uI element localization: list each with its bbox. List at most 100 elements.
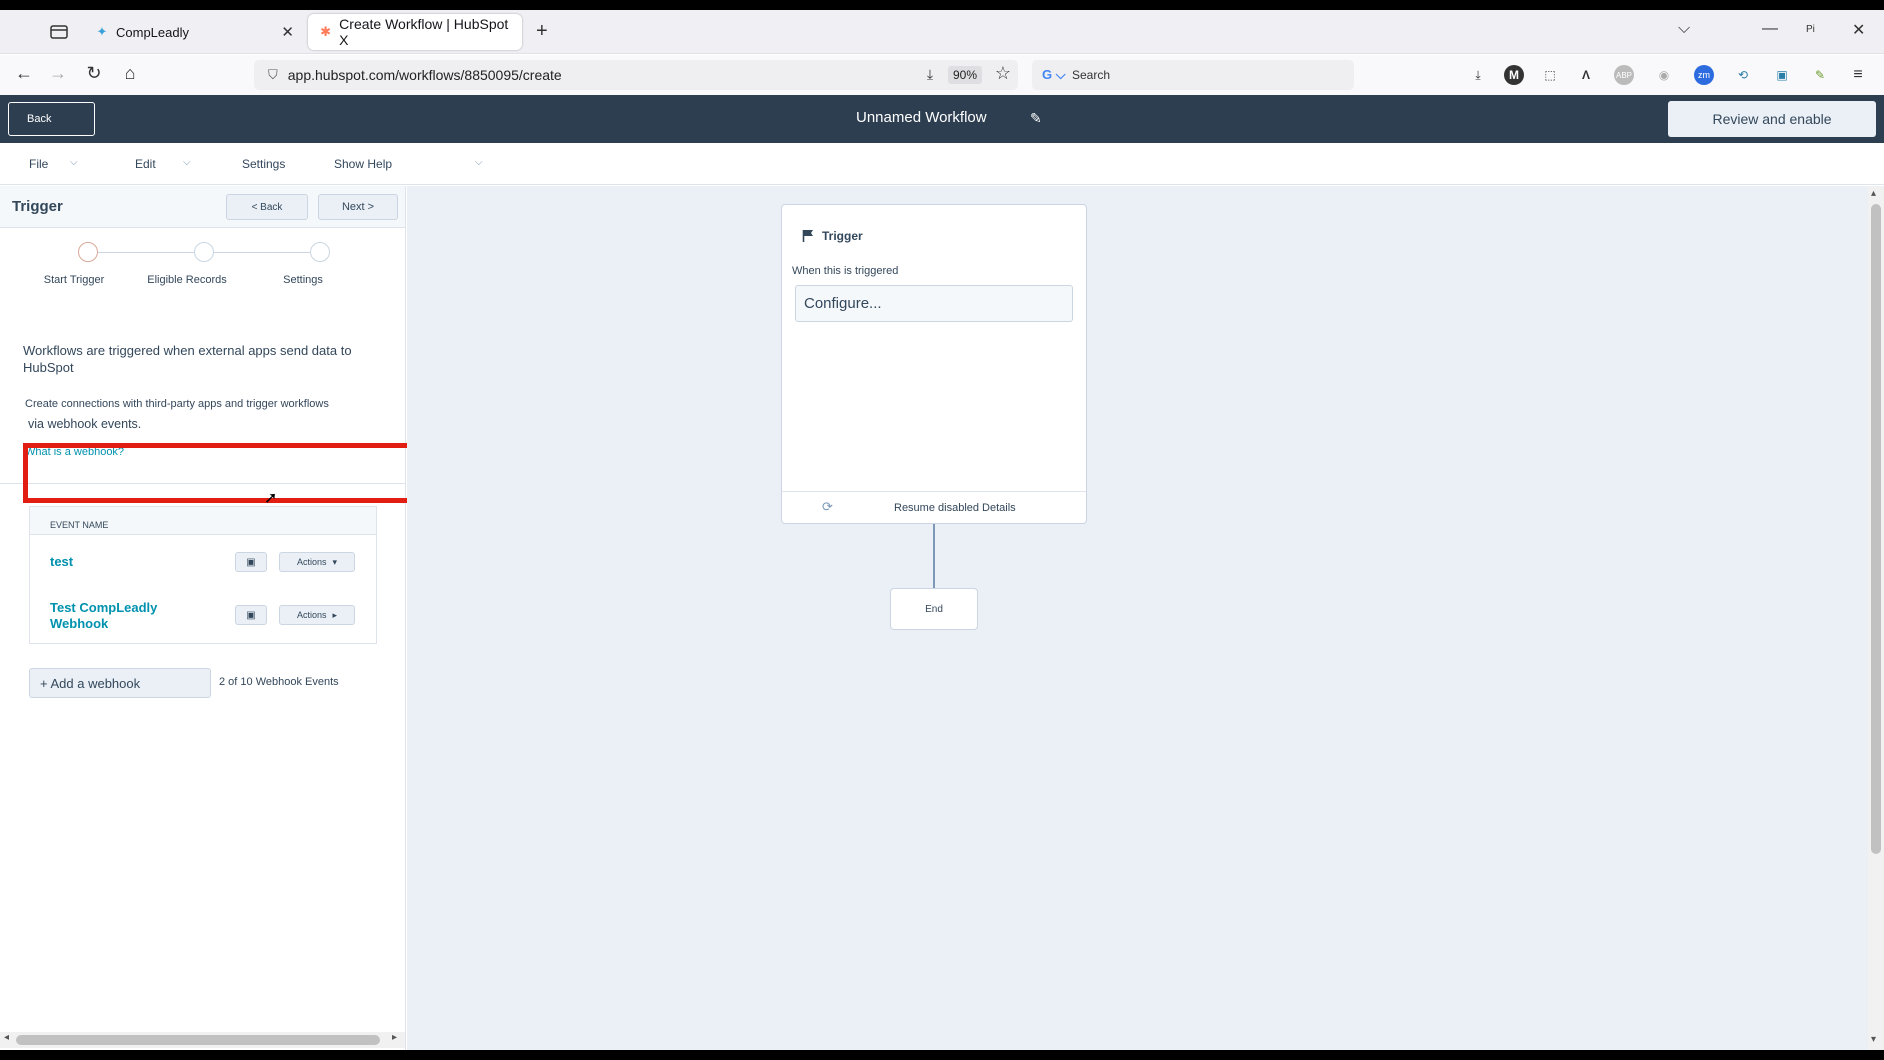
bookmark-star-icon[interactable]: ☆ xyxy=(991,63,1015,84)
panel-next-button[interactable]: Next > xyxy=(318,194,398,220)
extension-sync-icon[interactable]: ⟲ xyxy=(1733,65,1753,85)
copy-icon[interactable]: ▣ xyxy=(235,552,267,572)
step-dot-start-trigger[interactable] xyxy=(78,242,98,262)
close-tab-icon[interactable]: ✕ xyxy=(281,23,294,41)
extension-brush-icon[interactable]: ✎ xyxy=(1810,65,1830,85)
tab-list-chevron-icon[interactable]: ⌵ xyxy=(1678,20,1690,38)
extension-abp-icon[interactable]: ABP xyxy=(1614,65,1634,85)
vertical-scrollbar[interactable]: ▴ ▾ xyxy=(1868,186,1884,1050)
browser-tab-compleadly[interactable]: ✦ CompLeadly ✕ xyxy=(84,14,304,50)
tab-label: CompLeadly xyxy=(116,24,189,40)
header-back-button[interactable]: Back xyxy=(8,102,95,136)
mouse-cursor-icon: ➚ xyxy=(264,490,278,507)
chevron-down-icon: ⌵ xyxy=(183,157,191,168)
flag-icon xyxy=(802,230,813,242)
step-label-settings: Settings xyxy=(283,274,323,286)
search-placeholder: Search xyxy=(1072,68,1111,82)
resume-disabled-details[interactable]: Resume disabled Details xyxy=(894,502,1016,514)
copy-icon[interactable]: ▣ xyxy=(235,605,267,625)
trigger-card-subtitle: When this is triggered xyxy=(792,265,899,277)
trigger-card[interactable]: Trigger When this is triggered Configure… xyxy=(781,204,1087,524)
panel-header: Trigger < Back Next > xyxy=(0,186,405,228)
tab-overview-icon[interactable] xyxy=(48,22,72,42)
add-webhook-button[interactable]: + Add a webhook xyxy=(29,668,211,698)
trigger-panel: Trigger < Back Next > Start Trigger Elig… xyxy=(0,186,406,1050)
step-dot-eligible-records[interactable] xyxy=(194,242,214,262)
chevron-down-icon: ⌵ xyxy=(70,157,78,168)
highlight-box xyxy=(23,443,416,503)
save-page-icon[interactable]: ⤓ xyxy=(918,66,942,83)
scrollbar-thumb[interactable] xyxy=(1871,204,1881,854)
panel-title: Trigger xyxy=(12,198,63,215)
connector-line xyxy=(933,524,935,588)
downloads-icon[interactable]: ⤓ xyxy=(1468,65,1488,85)
menu-settings[interactable]: Settings xyxy=(242,157,285,171)
trigger-card-title: Trigger xyxy=(802,229,863,243)
scroll-up-icon[interactable]: ▴ xyxy=(1871,188,1876,199)
table-row: test ▣ Actions ▾ xyxy=(30,536,376,588)
event-name-column-header: EVENT NAME xyxy=(30,507,376,535)
webhook-events-table: EVENT NAME test ▣ Actions ▾ Test CompLea… xyxy=(29,506,377,644)
new-tab-icon[interactable]: + xyxy=(536,20,548,43)
zoom-level[interactable]: 90% xyxy=(948,66,983,84)
back-arrow-icon[interactable]: ← xyxy=(12,63,36,84)
description-text: Create connections with third-party apps… xyxy=(25,394,375,434)
extension-mask-icon[interactable]: ◉ xyxy=(1654,65,1674,85)
restore-icon[interactable]: Pi xyxy=(1806,24,1815,35)
trigger-card-title-text: Trigger xyxy=(822,229,863,243)
refresh-icon[interactable]: ⟳ xyxy=(822,499,833,515)
reload-icon[interactable]: ↻ xyxy=(82,63,106,84)
app-menu-icon[interactable]: ≡ xyxy=(1848,65,1868,85)
scroll-down-icon[interactable]: ▾ xyxy=(1871,1034,1876,1045)
browser-tab-strip: ✦ CompLeadly ✕ ✱ Create Workflow | HubSp… xyxy=(0,10,1884,54)
step-connector xyxy=(214,252,310,253)
browser-tab-create-workflow[interactable]: ✱ Create Workflow | HubSpot X xyxy=(308,14,522,50)
menu-file[interactable]: File xyxy=(29,157,48,171)
event-name-link[interactable]: Test CompLeadly Webhook xyxy=(50,600,190,632)
url-text: app.hubspot.com/workflows/8850095/create xyxy=(287,67,562,83)
screen: ✦ CompLeadly ✕ ✱ Create Workflow | HubSp… xyxy=(0,10,1884,1050)
hubspot-favicon-icon: ✱ xyxy=(320,24,332,39)
actions-dropdown-button[interactable]: Actions ▸ xyxy=(279,605,355,625)
scroll-right-icon[interactable]: ▸ xyxy=(392,1032,397,1043)
tab-label: Create Workflow | HubSpot X xyxy=(339,16,509,48)
caret-down-icon: ▾ xyxy=(332,556,338,567)
end-node: End xyxy=(890,588,978,630)
step-progress: Start Trigger Eligible Records Settings xyxy=(0,238,405,298)
edit-title-pencil-icon[interactable]: ✎ xyxy=(1030,110,1042,127)
menu-edit[interactable]: Edit xyxy=(135,157,156,171)
extension-puzzle-icon[interactable]: ⬚ xyxy=(1540,65,1560,85)
url-bar[interactable]: ⛉ app.hubspot.com/workflows/8850095/crea… xyxy=(254,60,1018,90)
forward-arrow-icon[interactable]: → xyxy=(46,63,70,84)
event-name-link[interactable]: test xyxy=(50,554,190,570)
review-and-enable-button[interactable]: Review and enable xyxy=(1668,101,1876,137)
extension-m-icon[interactable]: M xyxy=(1504,65,1524,85)
window-close-icon[interactable]: ✕ xyxy=(1852,20,1865,40)
caret-right-icon: ▸ xyxy=(332,609,338,620)
menu-show-help[interactable]: Show Help xyxy=(334,157,392,171)
step-dot-settings[interactable] xyxy=(310,242,330,262)
webhook-event-count: 2 of 10 Webhook Events xyxy=(219,676,339,688)
configure-trigger-field[interactable]: Configure... xyxy=(795,285,1073,322)
google-icon: G ⌵ xyxy=(1042,67,1066,82)
minimize-icon[interactable]: — xyxy=(1762,20,1778,38)
actions-dropdown-button[interactable]: Actions ▾ xyxy=(279,552,355,572)
workflow-header: Back Unnamed Workflow ✎ Review and enabl… xyxy=(0,95,1884,143)
extension-translate-icon[interactable]: Ʌ xyxy=(1576,65,1596,85)
chevron-down-icon: ⌵ xyxy=(475,157,483,168)
step-label-start-trigger: Start Trigger xyxy=(43,274,105,286)
extension-zm-icon[interactable]: zm xyxy=(1694,65,1714,85)
actions-label: Actions xyxy=(296,610,327,620)
horizontal-scrollbar[interactable]: ◂ ▸ xyxy=(0,1032,405,1048)
description-line-2: via webhook events. xyxy=(28,417,142,431)
shield-icon: ⛉ xyxy=(268,67,278,82)
extension-save-icon[interactable]: ▣ xyxy=(1772,65,1792,85)
search-input[interactable]: G ⌵ Search xyxy=(1032,60,1354,90)
workflow-menu-bar: File ⌵ Edit ⌵ Settings Show Help ⌵ xyxy=(0,143,1884,185)
home-icon[interactable]: ⌂ xyxy=(118,63,142,84)
panel-back-button[interactable]: < Back xyxy=(226,194,308,220)
scroll-left-icon[interactable]: ◂ xyxy=(4,1032,9,1043)
scrollbar-thumb[interactable] xyxy=(16,1035,380,1045)
workflow-title: Unnamed Workflow xyxy=(856,109,987,126)
workflow-canvas[interactable]: Trigger When this is triggered Configure… xyxy=(407,186,1871,1050)
